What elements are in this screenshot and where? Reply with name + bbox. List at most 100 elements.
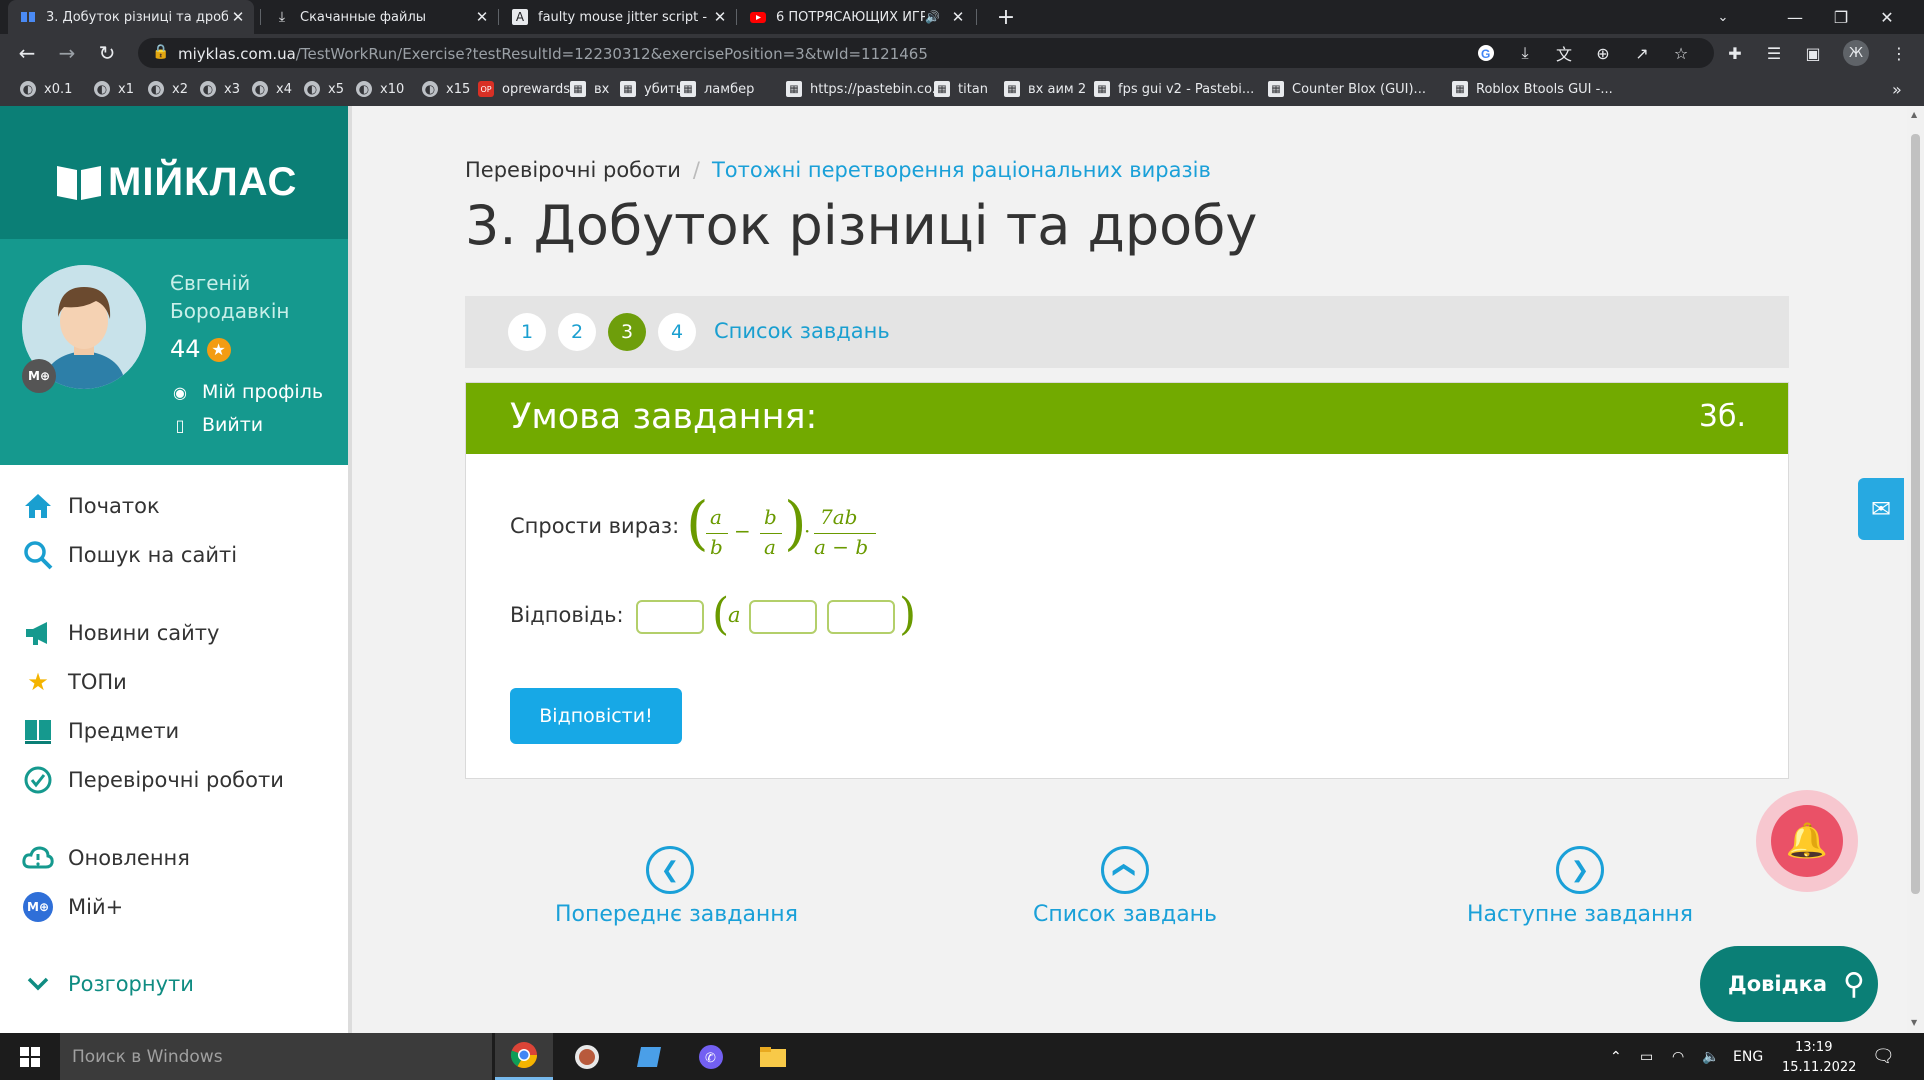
clock-time[interactable]: 13:19 [1795,1037,1832,1057]
sidebar-item-myplus[interactable]: M⊕ Мій+ [22,892,123,922]
bookmark-item[interactable]: ▦ Roblox Btools GUI -... [1452,80,1613,98]
answer-input-1[interactable] [636,600,704,634]
close-tab-icon[interactable]: ✕ [472,8,492,26]
restore-icon[interactable]: ❐ [1818,0,1864,34]
notifications-icon[interactable]: 🗨 [1872,1033,1895,1080]
browser-tab[interactable]: 6 ПОТРЯСАЮЩИХ ИГР КОТ 🔊 ✕ [738,0,974,34]
sidebar-item-updates[interactable]: Оновлення [22,843,190,873]
chrome-taskbar-icon[interactable] [495,1033,553,1080]
mail-icon[interactable]: ✉ [1858,478,1904,540]
tab-search-icon[interactable]: ⌄ [1700,0,1746,34]
bookmark-item[interactable]: ▦ вх [570,80,609,98]
close-tab-icon[interactable]: ✕ [228,8,248,26]
user-last-name[interactable]: Бородавкін [170,299,289,323]
bookmark-item[interactable]: OP oprewards [478,80,570,98]
step-2[interactable]: 2 [558,313,596,351]
scroll-down-icon[interactable]: ▼ [1911,1018,1917,1027]
step-4[interactable]: 4 [658,313,696,351]
windows-search-box[interactable]: Поиск в Windows [60,1033,492,1080]
browser-tab[interactable]: ⤓ Скачанные файлы ✕ [262,0,498,34]
bookmark-star-icon[interactable]: ☆ [1670,42,1692,64]
notepad-taskbar-icon[interactable] [620,1033,678,1080]
bookmark-item[interactable]: ◐ x10 [356,80,404,98]
my-profile-link[interactable]: ◉ Мій профіль [170,381,323,403]
battery-icon[interactable]: ▭ [1640,1033,1653,1080]
new-tab-button[interactable]: + [986,0,1026,34]
sidebar-item-home[interactable]: Початок [22,491,160,521]
zoom-icon[interactable]: ⊕ [1592,42,1614,64]
bookmark-item[interactable]: ▦ ламбер [680,80,754,98]
sidebar-item-tops[interactable]: ★ ТОПи [22,667,127,697]
volume-icon[interactable]: 🔈 [1702,1033,1719,1080]
user-first-name[interactable]: Євгеній [170,271,250,295]
sidebar-item-tests[interactable]: Перевірочні роботи [22,765,284,795]
bookmark-item[interactable]: ◐ x3 [200,80,240,98]
bookmark-item[interactable]: ▦ titan [934,80,988,98]
scroll-up-icon[interactable]: ▲ [1911,110,1917,119]
next-task-link[interactable]: ❯ Наступне завдання [1465,846,1695,927]
home-icon [22,491,54,521]
bookmark-item[interactable]: ▦ fps gui v2 - Pastebi... [1094,80,1254,98]
browser-tab-active[interactable]: 3. Добуток різниці та дробу ✕ [8,0,254,34]
bookmark-item[interactable]: ◐ x5 [304,80,344,98]
step-3-current[interactable]: 3 [608,313,646,351]
sidebar-item-subjects[interactable]: Предмети [22,716,179,746]
step-1[interactable]: 1 [508,313,546,351]
minimize-icon[interactable]: — [1772,0,1818,34]
bookmark-item[interactable]: ◐ x15 [422,80,470,98]
share-icon[interactable]: ↗ [1631,42,1653,64]
prev-task-link[interactable]: ❮ Попереднє завдання [555,846,798,927]
bookmark-item[interactable]: ◐ x2 [148,80,188,98]
viber-taskbar-icon[interactable]: ✆ [682,1033,740,1080]
menu-dots-icon[interactable]: ⋮ [1888,42,1910,64]
site-logo[interactable]: МІЙКЛАС [0,106,348,239]
bookmark-item[interactable]: ▦ Counter Blox (GUI)... [1268,80,1426,98]
breadcrumb-current[interactable]: Тотожні перетворення раціональних виразі… [712,158,1211,182]
url-text[interactable]: miyklas.com.ua/TestWorkRun/Exercise?test… [178,45,928,63]
sidebar-item-news[interactable]: Новини сайту [22,618,219,648]
sidepanel-icon[interactable]: ▣ [1802,42,1824,64]
app-taskbar-icon[interactable] [558,1033,616,1080]
clock-date[interactable]: 15.11.2022 [1782,1057,1856,1077]
explorer-taskbar-icon[interactable] [744,1033,802,1080]
profile-avatar[interactable]: Ж [1843,40,1869,66]
logout-link[interactable]: ▯ Вийти [170,414,264,436]
media-icon[interactable]: ☰ [1763,42,1785,64]
bookmark-item[interactable]: ◐ x1 [94,80,134,98]
bookmarks-more-icon[interactable]: » [1892,80,1902,99]
submit-button[interactable]: Відповісти! [510,688,682,744]
task-list-link[interactable]: Список завдань [714,319,890,343]
bookmark-item[interactable]: ▦ вх аим 2 [1004,80,1086,98]
install-icon[interactable]: ⤓ [1514,42,1536,64]
sidebar-item-search[interactable]: Пошук на сайті [22,540,237,570]
breadcrumb-root[interactable]: Перевірочні роботи [465,158,681,182]
sidebar-item-expand[interactable]: Розгорнути [22,969,194,999]
close-window-icon[interactable]: ✕ [1864,0,1910,34]
wifi-icon[interactable]: ◠ [1672,1033,1684,1080]
reload-icon[interactable]: ↻ [92,38,122,68]
bookmark-item[interactable]: ◐ x0.1 [20,80,72,98]
help-button[interactable]: Довідка ⚲ [1700,946,1878,1022]
close-tab-icon[interactable]: ✕ [710,8,730,26]
back-icon[interactable]: ← [12,38,42,68]
bookmark-item[interactable]: ▦ https://pastebin.co... [786,80,944,98]
forward-icon[interactable]: → [52,38,82,68]
browser-tab[interactable]: A faulty mouse jitter script - AutoH ✕ [500,0,736,34]
answer-input-2[interactable] [749,600,817,634]
task-list-nav[interactable]: ❮ Список завдань [1010,846,1240,927]
page-scrollbar[interactable]: ▲ ▼ [1907,106,1924,1033]
scrollbar-thumb[interactable] [1911,134,1920,894]
lock-icon[interactable]: 🔒 [152,44,169,60]
extensions-icon[interactable]: ✚ [1724,42,1746,64]
answer-input-3[interactable] [827,600,895,634]
bookmark-item[interactable]: ▦ убить [620,80,683,98]
speaker-icon[interactable]: 🔊 [925,10,940,24]
tray-chevron-icon[interactable]: ⌃ [1610,1033,1622,1080]
windows-start-icon[interactable] [0,1033,60,1080]
notification-button[interactable]: 🔔 [1756,790,1858,892]
bookmark-item[interactable]: ◐ x4 [252,80,292,98]
google-icon[interactable]: G [1475,42,1497,64]
translate-icon[interactable]: 文 [1553,42,1575,64]
language-indicator[interactable]: ENG [1733,1033,1763,1080]
close-tab-icon[interactable]: ✕ [948,8,968,26]
